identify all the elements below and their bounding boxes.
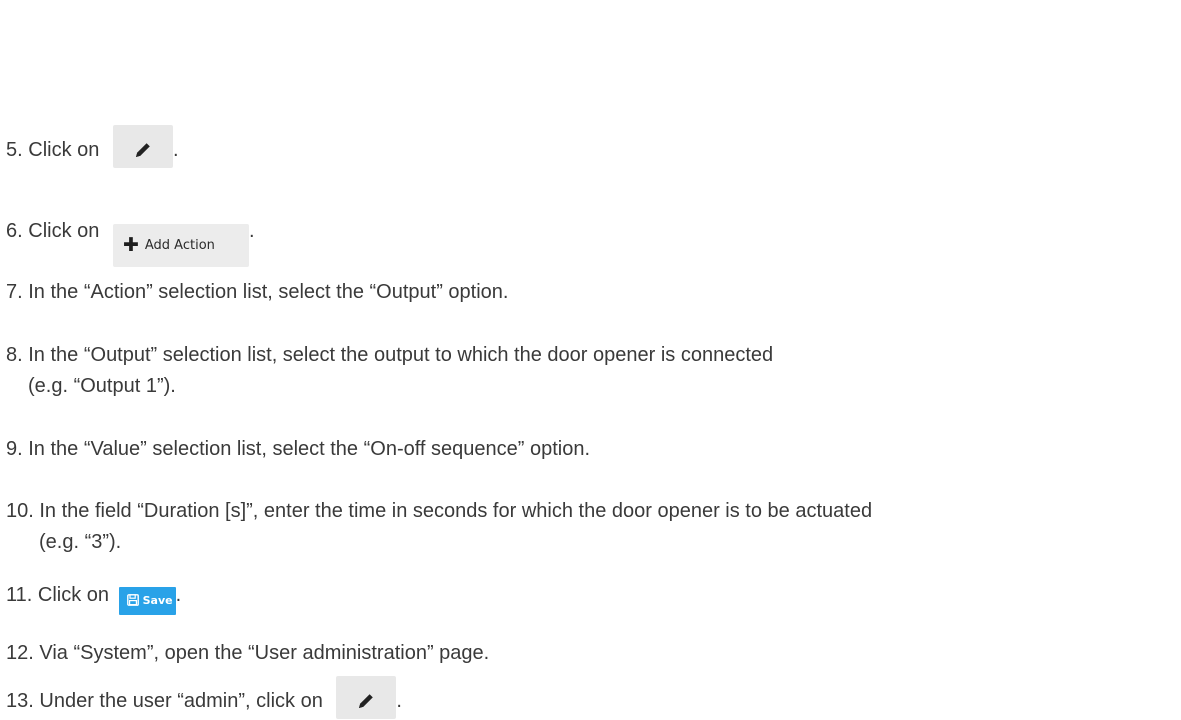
step-text: Via “System”, open the “User administrat… [39,642,490,664]
step-number: 13. [6,690,34,712]
step-suffix: . [172,139,179,161]
step-text: Click on [28,220,100,242]
step-11: 11. Click on Save . [6,580,181,615]
step-number: 12. [6,642,34,664]
step-number: 9. [6,438,23,460]
add-action-button[interactable]: ✚ Add Action [112,224,249,267]
step-13: 13. Under the user “admin”, click on . [6,676,402,719]
step-8: 8. In the “Output” selection list, selec… [6,340,773,402]
step-9: 9. In the “Value” selection list, select… [6,434,590,465]
save-label: Save [142,594,173,607]
step-text: In the “Action” selection list, select t… [28,281,509,303]
step-number: 5. [6,139,23,161]
add-action-label: Add Action [144,238,215,253]
step-number: 6. [6,220,23,242]
step-5: 5. Click on . [6,125,179,168]
pencil-icon [357,689,375,708]
plus-icon: ✚ [122,234,139,256]
step-7: 7. In the “Action” selection list, selec… [6,277,508,308]
step-text: In the “Value” selection list, select th… [28,438,591,460]
edit-button[interactable] [112,125,173,168]
step-number: 8. [6,344,23,366]
step-text: Under the user “admin”, click on [39,690,323,712]
step-text: In the field “Duration [s]”, enter the t… [39,500,873,522]
step-number: 11. [6,584,33,606]
step-10: 10. In the field “Duration [s]”, enter t… [6,496,872,558]
step-12: 12. Via “System”, open the “User adminis… [6,638,489,669]
save-button[interactable]: Save [118,587,176,615]
pencil-icon [134,138,152,157]
admin-edit-button[interactable] [336,676,397,719]
step-6: 6. Click on ✚ Add Action . [6,216,255,267]
step-text: Click on [28,139,100,161]
step-continuation: (e.g. “3”). [39,531,122,553]
step-number: 7. [6,281,23,303]
step-continuation: (e.g. “Output 1”). [28,375,176,397]
floppy-icon [126,589,139,606]
step-suffix: . [248,220,255,242]
step-number: 10. [6,500,34,522]
step-suffix: . [175,584,182,606]
step-text: Click on [37,584,110,606]
step-text: In the “Output” selection list, select t… [28,344,774,366]
step-suffix: . [396,690,402,712]
